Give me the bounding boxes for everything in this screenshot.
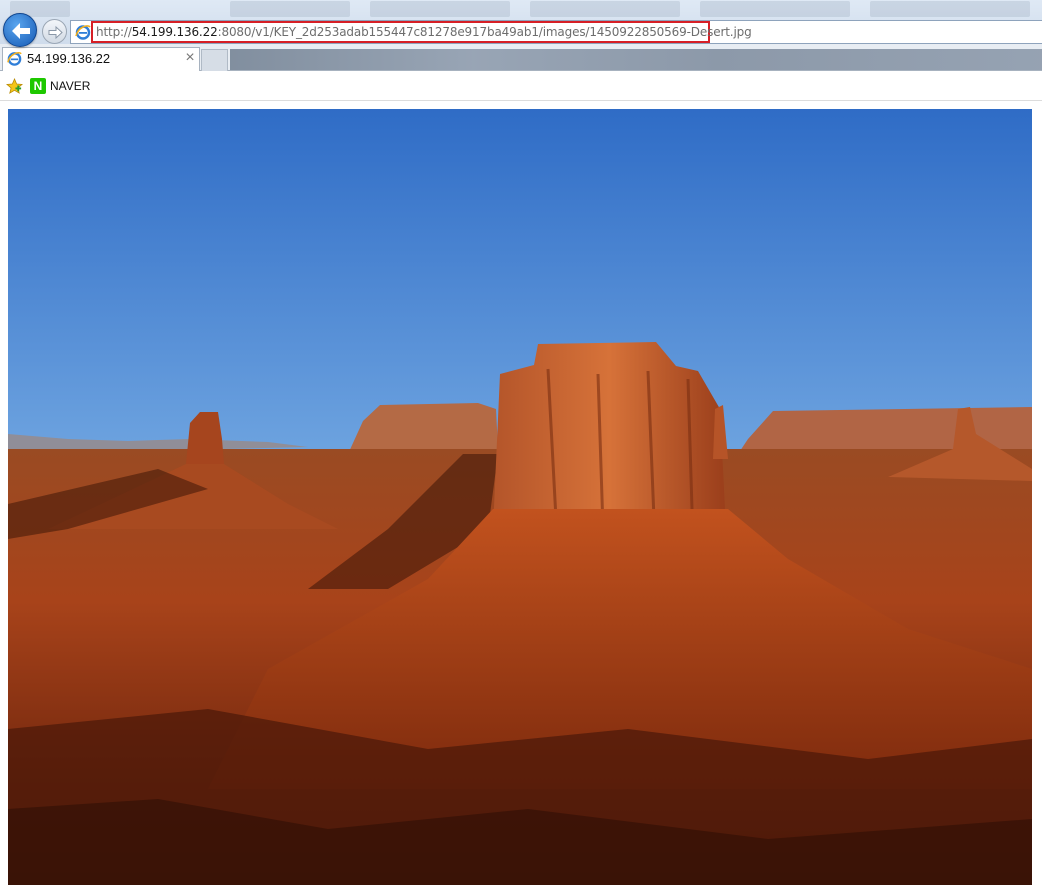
back-button[interactable] (3, 13, 37, 47)
new-tab-button[interactable] (201, 49, 228, 71)
favorite-naver-link[interactable]: NAVER (50, 79, 90, 93)
background-tabs[interactable] (230, 49, 1042, 70)
url-text[interactable]: http://54.199.136.22:8080/v1/KEY_2d253ad… (96, 25, 752, 39)
desert-photo (8, 109, 1032, 885)
background-tab-strip (230, 1, 350, 17)
internet-explorer-icon (7, 51, 22, 66)
background-tab-strip (870, 1, 1030, 17)
forward-button[interactable] (42, 19, 67, 44)
background-tab-strip (370, 1, 510, 17)
naver-logo-icon: N (30, 78, 46, 94)
internet-explorer-icon (75, 25, 91, 40)
favorites-bar (0, 71, 1042, 101)
background-tab-strip (530, 1, 680, 17)
favorites-star-icon[interactable] (6, 78, 23, 95)
tab-title: 54.199.136.22 (27, 51, 111, 66)
desert-image (8, 109, 1032, 885)
url-host: 54.199.136.22 (131, 25, 218, 39)
tab-close-button[interactable]: × (183, 49, 197, 67)
background-tab-strip (700, 1, 850, 17)
back-arrow-icon (12, 23, 30, 39)
forward-arrow-icon (48, 25, 63, 40)
url-path: :8080/v1/KEY_2d253adab155447c81278e917ba… (217, 25, 752, 39)
